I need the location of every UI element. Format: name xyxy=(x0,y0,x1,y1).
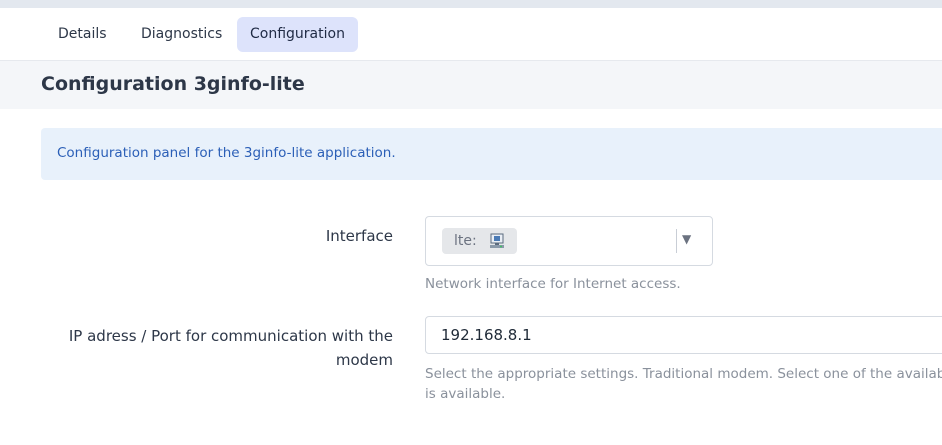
interface-chip-label: lte: xyxy=(454,233,477,249)
network-interface-icon xyxy=(489,233,504,248)
ip-port-label-line2: modem xyxy=(335,351,393,369)
ip-port-label: IP adress / Port for communication with … xyxy=(69,324,393,372)
top-strip xyxy=(0,0,942,8)
chevron-down-icon[interactable]: ▼ xyxy=(682,232,691,246)
ip-port-label-line1: IP adress / Port for communication with … xyxy=(68,327,393,345)
config-form: Configuration panel for the 3ginfo-lite … xyxy=(0,109,942,445)
page-title: Configuration 3ginfo-lite xyxy=(41,73,305,95)
ip-port-help-line1: Select the appropriate settings. Traditi… xyxy=(425,366,942,382)
tab-bar: Details Diagnostics Configuration xyxy=(0,8,942,61)
ip-port-input[interactable] xyxy=(425,316,942,354)
interface-help: Network interface for Internet access. xyxy=(425,276,681,292)
ip-port-help-line2: is available. xyxy=(425,386,506,402)
info-banner: Configuration panel for the 3ginfo-lite … xyxy=(41,128,942,180)
tab-diagnostics[interactable]: Diagnostics xyxy=(128,17,235,52)
tab-details[interactable]: Details xyxy=(45,17,120,52)
interface-chip: lte: xyxy=(442,228,517,254)
select-separator xyxy=(676,229,677,253)
page-header: Configuration 3ginfo-lite xyxy=(0,61,942,109)
ip-port-help: Select the appropriate settings. Traditi… xyxy=(425,364,942,404)
interface-select[interactable]: lte: ▼ xyxy=(425,216,713,266)
tab-configuration[interactable]: Configuration xyxy=(237,17,358,52)
interface-label: Interface xyxy=(325,227,393,245)
info-message: Configuration panel for the 3ginfo-lite … xyxy=(57,145,396,161)
